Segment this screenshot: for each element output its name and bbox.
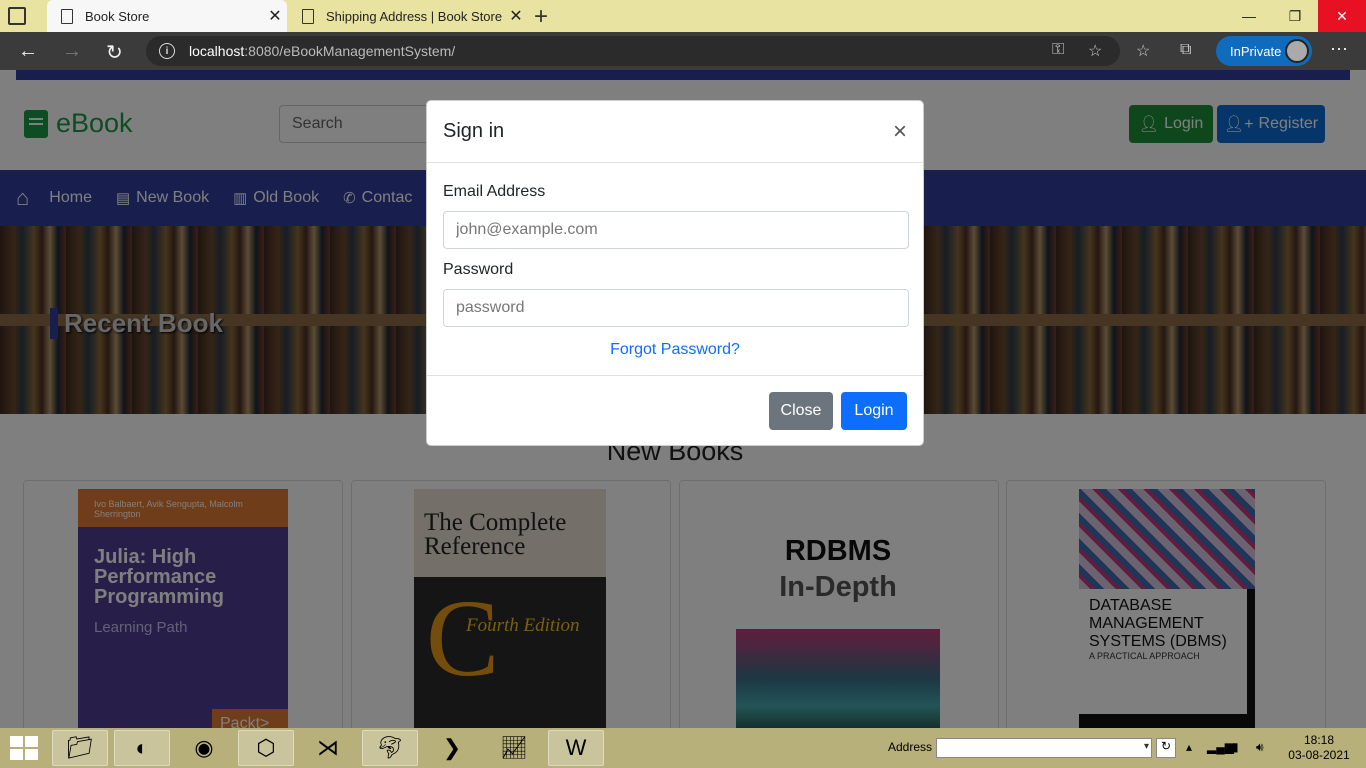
forgot-password-link[interactable]: Forgot Password? bbox=[443, 341, 907, 359]
back-icon[interactable]: ← bbox=[18, 40, 38, 63]
signal-icon[interactable]: ▂▄▆ bbox=[1207, 740, 1234, 754]
close-icon[interactable]: × bbox=[893, 118, 907, 146]
powershell-icon[interactable]: ❯ bbox=[424, 730, 480, 766]
modal-body: Email Address Password Forgot Password? bbox=[427, 163, 923, 376]
tab-close-icon[interactable]: ✕ bbox=[263, 6, 287, 26]
favorites-icon[interactable]: ☆ bbox=[1136, 41, 1150, 61]
vscode-icon[interactable]: ⋊ bbox=[300, 730, 356, 766]
key-icon[interactable]: ⚿ bbox=[1052, 41, 1064, 59]
window-controls: — ❐ ✕ bbox=[1226, 0, 1366, 32]
address-toolbar-label: Address bbox=[888, 740, 933, 754]
add-favorite-icon[interactable]: ☆ bbox=[1088, 41, 1102, 61]
firefox-icon[interactable]: ◉ bbox=[176, 730, 232, 766]
inprivate-badge[interactable]: InPrivate bbox=[1216, 36, 1312, 66]
chevron-down-icon[interactable]: ▾ bbox=[1144, 741, 1149, 752]
modal-footer: Close Login bbox=[427, 376, 923, 446]
password-field[interactable] bbox=[443, 289, 909, 327]
browser-toolbar: ← → ↻ i localhost :8080/eBookManagementS… bbox=[0, 32, 1366, 70]
more-menu-icon[interactable]: ⋯ bbox=[1330, 39, 1348, 60]
mysql-workbench-icon[interactable]: 🐬︎ bbox=[362, 730, 418, 766]
url-path: :8080/eBookManagementSystem/ bbox=[244, 43, 456, 59]
collections-icon[interactable]: ⧉ bbox=[1180, 41, 1191, 59]
volume-icon[interactable]: 🔊︎ bbox=[1256, 740, 1264, 755]
forward-icon: → bbox=[62, 40, 82, 62]
taskbar: 📁︎ ◐ ◉ ⬡ ⋊ 🐬︎ ❯ 📈︎ W Address ▾ ↻ ▴ ▂▄▆ ▮… bbox=[0, 728, 1366, 768]
login-button[interactable]: Login bbox=[841, 392, 907, 430]
tab-title: Book Store bbox=[85, 8, 150, 24]
clock-time: 18:18 bbox=[1303, 733, 1335, 747]
minimize-icon[interactable]: — bbox=[1226, 0, 1272, 32]
tab-close-icon[interactable]: ✕ bbox=[504, 6, 528, 26]
edge-browser-icon[interactable]: ◐ bbox=[114, 730, 170, 766]
refresh-icon[interactable]: ↻ bbox=[1156, 738, 1176, 758]
email-field[interactable] bbox=[443, 211, 909, 249]
file-explorer-icon[interactable]: 📁︎ bbox=[52, 730, 108, 766]
tab-actions-icon[interactable] bbox=[8, 7, 26, 25]
clock[interactable]: 18:18 03-08-2021 bbox=[1288, 733, 1350, 763]
url-host: localhost bbox=[189, 43, 245, 59]
email-label: Email Address bbox=[443, 183, 546, 200]
page-icon bbox=[302, 8, 314, 24]
restore-icon[interactable]: ❐ bbox=[1272, 0, 1318, 32]
url-field[interactable]: i localhost :8080/eBookManagementSystem/ bbox=[146, 36, 1120, 66]
refresh-icon[interactable]: ↻ bbox=[106, 40, 123, 65]
tab-title: Shipping Address | Book Store bbox=[326, 8, 503, 24]
chevron-up-icon[interactable]: ▴ bbox=[1186, 740, 1192, 754]
word-icon[interactable]: W bbox=[548, 730, 604, 766]
modal-header: Sign in × bbox=[427, 101, 923, 163]
avatar bbox=[1285, 39, 1309, 63]
performance-monitor-icon[interactable]: 📈︎ bbox=[486, 730, 542, 766]
tab-shipping-address[interactable]: Shipping Address | Book Store ✕ bbox=[288, 0, 528, 32]
info-icon[interactable]: i bbox=[159, 43, 175, 59]
modal-title: Sign in bbox=[443, 120, 505, 142]
sign-in-modal: Sign in × Email Address Password Forgot … bbox=[426, 100, 924, 446]
virtualbox-icon[interactable]: ⬡ bbox=[238, 730, 294, 766]
battery-icon[interactable]: ▮ bbox=[1232, 740, 1239, 754]
inprivate-label: InPrivate bbox=[1230, 43, 1282, 59]
password-label: Password bbox=[443, 261, 514, 278]
address-toolbar-input[interactable]: ▾ bbox=[936, 738, 1152, 758]
clock-date: 03-08-2021 bbox=[1288, 748, 1350, 762]
close-button[interactable]: Close bbox=[769, 392, 833, 430]
close-window-icon[interactable]: ✕ bbox=[1318, 0, 1366, 32]
new-tab-icon[interactable]: + bbox=[534, 3, 548, 31]
tab-book-store[interactable]: Book Store ✕ bbox=[47, 0, 287, 32]
browser-tab-strip: Book Store ✕ Shipping Address | Book Sto… bbox=[0, 0, 1366, 32]
page-icon bbox=[61, 8, 73, 24]
start-icon[interactable] bbox=[10, 736, 38, 760]
